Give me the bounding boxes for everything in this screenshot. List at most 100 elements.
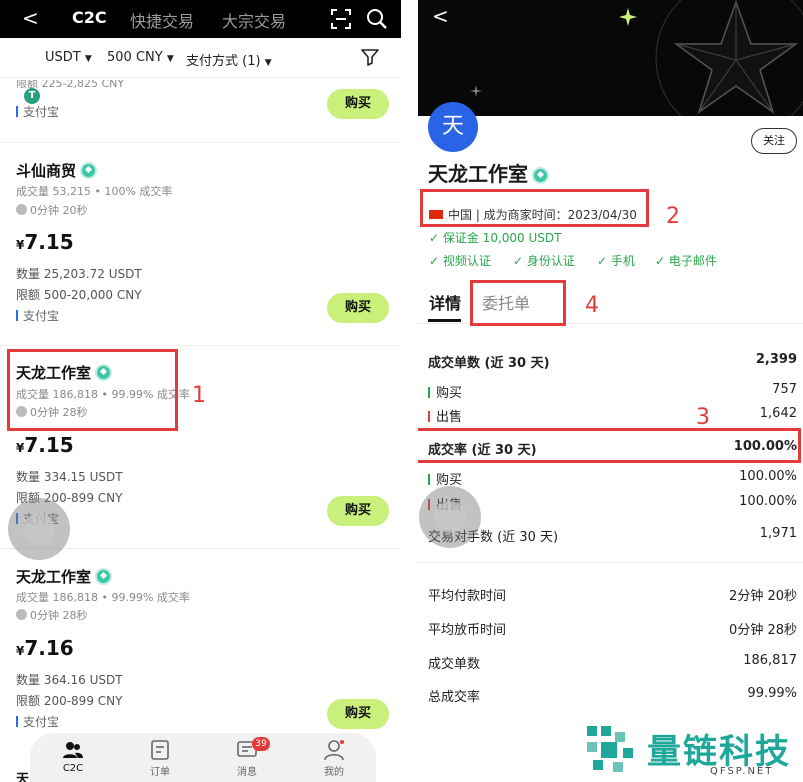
merchant-name[interactable]: 天龙工作室: [16, 568, 91, 586]
nav-label: 订单: [150, 767, 170, 778]
merchant-name[interactable]: 斗仙商贸: [16, 162, 76, 180]
price: ¥7.16: [16, 636, 74, 660]
amount-select-label: 500 CNY: [107, 50, 163, 65]
order-icon: [151, 740, 169, 760]
clock-icon: [16, 204, 27, 215]
sell-count-label: 出售: [428, 406, 462, 425]
buy-button[interactable]: 购买: [327, 496, 389, 526]
annotation-label-2: 2: [666, 204, 680, 229]
avg-pay-time-label: 平均付款时间: [428, 589, 507, 604]
avg-release-time-label: 平均放币时间: [428, 623, 507, 638]
orders-30d-value: 2,399: [755, 352, 797, 367]
payment-method: 支付宝: [16, 103, 59, 120]
total-orders-label: 成交单数: [428, 657, 481, 672]
payment-method-label: 支付宝: [23, 715, 60, 729]
buy-count-value: 757: [772, 382, 797, 397]
filter-icon[interactable]: [361, 48, 379, 66]
verify-video: ✓ 视频认证: [429, 254, 491, 268]
annotation-label-3: 3: [696, 405, 710, 430]
payment-select-label: 支付方式 (1): [186, 54, 261, 69]
buy-button[interactable]: 购买: [327, 293, 389, 323]
back-button[interactable]: <: [22, 6, 39, 30]
buy-button[interactable]: 购买: [327, 89, 389, 119]
counterparties-value: 1,971: [759, 526, 797, 541]
merchant-row: 天龙工作室: [16, 566, 113, 587]
verified-icon: [80, 162, 98, 179]
price: ¥7.15: [16, 433, 74, 457]
nav-profile[interactable]: 我的: [309, 739, 359, 778]
total-orders-value: 186,817: [743, 653, 797, 668]
chevron-down-icon: ▼: [84, 54, 92, 64]
total-rate-label: 总成交率: [428, 690, 481, 705]
quantity: 数量 25,203.72 USDT: [16, 267, 142, 281]
c2c-users-icon: [63, 742, 83, 758]
touch-indicator: [8, 498, 70, 560]
merchant-stats: 成交量 53,215 • 100% 成交率: [16, 185, 173, 198]
c2c-top-bar: < C2C 快捷交易 大宗交易: [0, 0, 401, 38]
listing-card[interactable]: 天龙工作室: [16, 566, 113, 587]
annotation-box-3: [418, 428, 801, 463]
tab-details[interactable]: 详情: [429, 290, 461, 314]
scan-icon[interactable]: [331, 9, 351, 29]
nav-orders[interactable]: 订单: [135, 739, 185, 778]
tab-c2c[interactable]: C2C: [72, 8, 107, 27]
avg-pay-time-value: 2分钟 20秒: [729, 589, 797, 604]
nav-label: C2C: [62, 763, 84, 774]
merchant-stats: 成交量 186,818 • 99.99% 成交率: [16, 591, 190, 604]
nav-label: 消息: [237, 767, 257, 778]
usdt-icon: T: [24, 88, 40, 104]
tab-quick-trade[interactable]: 快捷交易: [130, 8, 194, 32]
chevron-down-icon: ▼: [166, 54, 174, 64]
unread-badge: 39: [252, 737, 270, 751]
partial-merchant-name: 天: [16, 772, 30, 782]
divider: [0, 345, 401, 346]
release-time-value: 0分钟 28秒: [30, 609, 88, 622]
annotation-box-1: [7, 349, 178, 431]
partial-limit: 限额 225-2,825 CNY: [16, 80, 125, 90]
divider: [0, 142, 401, 143]
limit: 限额 500-20,000 CNY: [16, 288, 142, 302]
star-banner-graphic: [470, 0, 803, 116]
quantity: 数量 334.15 USDT: [16, 470, 123, 484]
payment-method-label: 支付宝: [23, 309, 60, 323]
release-time: 0分钟 28秒: [16, 607, 88, 623]
verify-email: ✓ 电子邮件: [655, 254, 717, 268]
nav-label: 我的: [324, 767, 344, 778]
total-rate-value: 99.99%: [747, 686, 797, 701]
merchant-title: 天龙工作室: [428, 158, 549, 187]
annotation-label-1: 1: [192, 383, 206, 408]
payment-select[interactable]: 支付方式 (1) ▼: [186, 50, 272, 69]
amount-select[interactable]: 500 CNY ▼: [107, 50, 174, 65]
sell-count-label-text: 出售: [436, 410, 463, 425]
sell-rate-value: 100.00%: [739, 494, 797, 509]
verify-id: ✓ 身份认证: [513, 254, 575, 268]
profile-banner: <: [418, 0, 803, 116]
release-time: 0分钟 20秒: [16, 202, 88, 218]
follow-button[interactable]: 关注: [751, 128, 797, 154]
listing-card[interactable]: 斗仙商贸: [16, 160, 98, 181]
coin-select[interactable]: USDT ▼: [45, 50, 92, 65]
limit: 限额 200-899 CNY: [16, 694, 123, 708]
price-value: 7.15: [24, 230, 74, 254]
nav-c2c[interactable]: C2C: [48, 739, 98, 774]
payment-method-label: 支付宝: [23, 105, 60, 119]
buy-rate-value: 100.00%: [739, 469, 797, 484]
price-value: 7.15: [24, 433, 74, 457]
search-icon[interactable]: [366, 8, 388, 30]
payment-method: 支付宝: [16, 713, 59, 730]
annotation-box-4: [470, 280, 566, 326]
touch-indicator: [419, 486, 481, 548]
sell-count-value: 1,642: [759, 406, 797, 421]
buy-button[interactable]: 购买: [327, 699, 389, 729]
coin-select-label: USDT: [45, 50, 81, 65]
bottom-nav: C2C 订单 39 消息 我的: [30, 733, 376, 782]
deposit-badge: ✓ 保证金 10,000 USDT: [429, 231, 562, 245]
buy-count-label: 购买: [428, 382, 462, 401]
tab-block-trade[interactable]: 大宗交易: [222, 8, 286, 32]
verify-phone: ✓ 手机: [597, 254, 635, 268]
price: ¥7.15: [16, 230, 74, 254]
watermark-subtitle: QFSP.NET: [710, 766, 774, 777]
nav-messages[interactable]: 39 消息: [222, 737, 272, 778]
divider: [418, 562, 803, 563]
avatar: 天: [428, 102, 478, 152]
